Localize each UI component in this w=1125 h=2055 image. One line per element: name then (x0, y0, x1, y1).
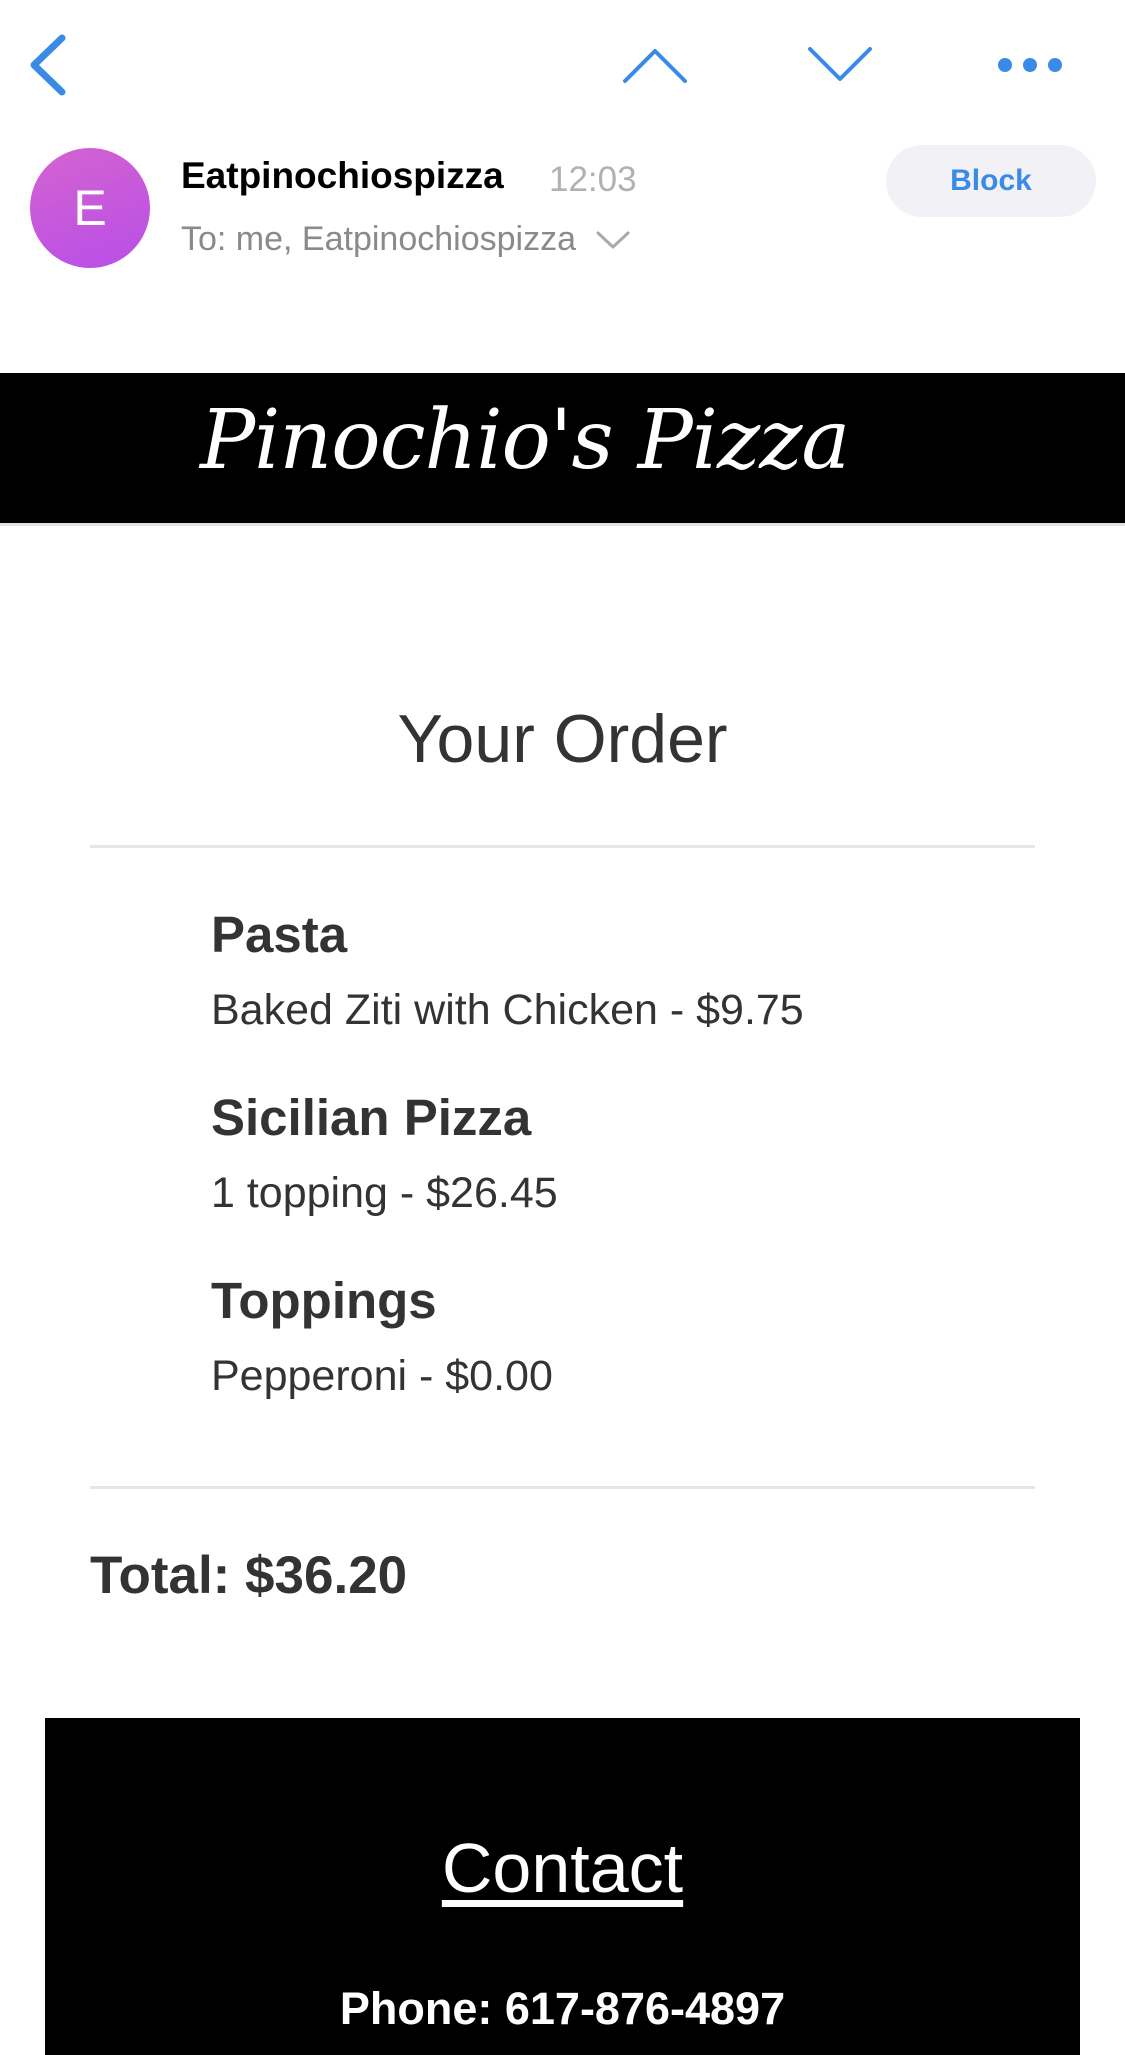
avatar-initial: E (73, 180, 107, 236)
avatar[interactable]: E (30, 148, 150, 268)
sender-header: E Eatpinochiospizza 12:03 To: me, Eatpin… (0, 145, 1125, 275)
order-group-pasta: Pasta Baked Ziti with Chicken - $9.75 (211, 895, 1031, 1066)
contact-section: Contact Phone: 617-876-4897 (45, 1718, 1080, 2055)
sender-name[interactable]: Eatpinochiospizza (181, 155, 504, 197)
message-time: 12:03 (549, 160, 637, 199)
order-item: Pepperoni - $0.00 (211, 1352, 553, 1400)
brand-banner: Pinochio's Pizza (0, 373, 1125, 523)
divider (90, 1486, 1035, 1489)
more-dots-icon (998, 58, 1062, 72)
block-button[interactable]: Block (886, 145, 1096, 217)
chevron-left-icon (30, 34, 66, 96)
order-group-title: Toppings (211, 1272, 437, 1329)
order-item: 1 topping - $26.45 (211, 1169, 558, 1217)
order-group-title: Pasta (211, 906, 348, 963)
brand-logo: Pinochio's Pizza (200, 393, 850, 488)
contact-phone[interactable]: Phone: 617-876-4897 (45, 1983, 1080, 2035)
order-item: Baked Ziti with Chicken - $9.75 (211, 986, 804, 1034)
order-group-title: Sicilian Pizza (211, 1089, 532, 1146)
order-title: Your Order (397, 701, 728, 777)
order-total: Total: $36.20 (90, 1546, 408, 1605)
order-group-toppings: Toppings Pepperoni - $0.00 (211, 1261, 1031, 1432)
chevron-up-icon (623, 49, 687, 83)
previous-message-button[interactable] (620, 40, 690, 90)
order-group-sicilian-pizza: Sicilian Pizza 1 topping - $26.45 (211, 1078, 1031, 1249)
order-list: Pasta Baked Ziti with Chicken - $9.75 Si… (211, 895, 1031, 1444)
recipients-line[interactable]: To: me, Eatpinochiospizza (181, 220, 630, 259)
mail-toolbar (0, 0, 1125, 130)
divider (0, 523, 1125, 526)
recipients-text: To: me, Eatpinochiospizza (181, 220, 576, 258)
next-message-button[interactable] (805, 40, 875, 90)
chevron-down-icon[interactable] (596, 230, 630, 250)
more-options-button[interactable] (990, 45, 1070, 85)
back-button[interactable] (18, 30, 78, 100)
divider (90, 845, 1035, 848)
contact-title: Contact (441, 1829, 684, 1907)
chevron-down-icon (808, 47, 872, 81)
